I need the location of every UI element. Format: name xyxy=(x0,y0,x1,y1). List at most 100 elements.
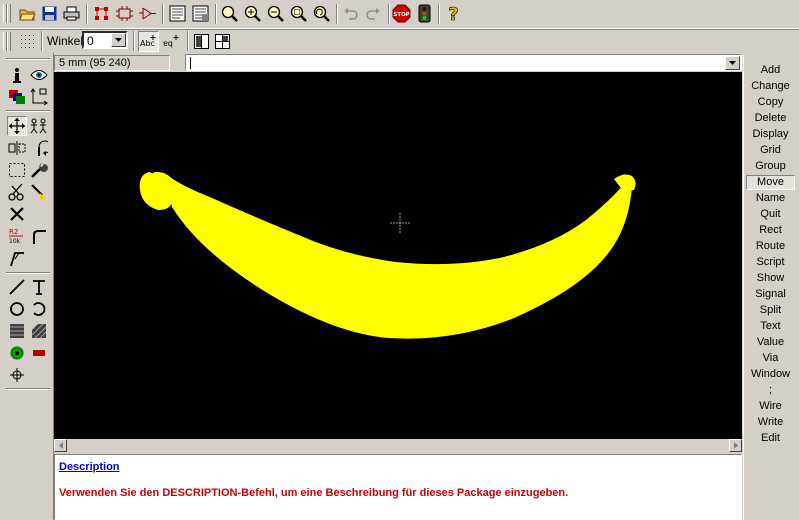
command-quit[interactable]: Quit xyxy=(746,207,795,222)
command-add[interactable]: Add xyxy=(746,63,795,78)
value-icon[interactable]: R2 10k xyxy=(7,226,27,246)
group-icon[interactable] xyxy=(7,160,27,180)
mark-icon[interactable] xyxy=(29,87,49,107)
chevron-down-icon[interactable] xyxy=(111,33,126,47)
board-icon[interactable] xyxy=(91,3,112,24)
command-change[interactable]: Change xyxy=(746,79,795,94)
command-rect[interactable]: Rect xyxy=(746,223,795,238)
toolbar-separator xyxy=(336,4,338,24)
command-write[interactable]: Write xyxy=(746,415,795,430)
miter-icon[interactable] xyxy=(29,226,49,246)
angle-select[interactable]: 0 xyxy=(82,31,128,49)
horizontal-scrollbar[interactable] xyxy=(54,439,742,452)
palette-separator xyxy=(6,272,50,274)
rotate-icon[interactable] xyxy=(29,138,49,158)
layers-icon[interactable] xyxy=(7,87,27,107)
eye-icon[interactable] xyxy=(29,65,49,85)
symbol-icon[interactable] xyxy=(137,3,158,24)
zoom-in-icon[interactable] xyxy=(242,3,263,24)
coordinate-display: 5 mm (95 240) xyxy=(54,55,170,71)
scroll-right-icon[interactable] xyxy=(729,439,742,452)
command-route[interactable]: Route xyxy=(746,239,795,254)
command-line-input[interactable] xyxy=(185,54,742,71)
command-show[interactable]: Show xyxy=(746,271,795,286)
command-via[interactable]: Via xyxy=(746,351,795,366)
command-copy[interactable]: Copy xyxy=(746,95,795,110)
split-icon[interactable] xyxy=(7,248,27,268)
description-link[interactable]: Description xyxy=(59,461,120,473)
text-icon[interactable] xyxy=(29,277,49,297)
help-icon[interactable]: ? xyxy=(443,3,464,24)
svg-text:ɐq: ɐq xyxy=(163,39,173,48)
command-semicolon[interactable]: ; xyxy=(746,383,795,398)
redo-icon[interactable] xyxy=(363,3,384,24)
smd-icon[interactable] xyxy=(29,343,49,363)
command-display[interactable]: Display xyxy=(746,127,795,142)
circle-icon[interactable] xyxy=(7,299,27,319)
spin-text-icon[interactable]: ɐq xyxy=(161,31,182,52)
svg-text:STOP: STOP xyxy=(393,12,409,18)
command-split[interactable]: Split xyxy=(746,303,795,318)
command-grid[interactable]: Grid xyxy=(746,143,795,158)
cut-icon[interactable] xyxy=(7,182,27,202)
scroll-left-icon[interactable] xyxy=(54,439,67,452)
crosshair-cursor xyxy=(390,213,410,233)
command-text[interactable]: Text xyxy=(746,319,795,334)
description-hint: Verwenden Sie den DESCRIPTION-Befehl, um… xyxy=(59,487,569,499)
zoom-fit-icon[interactable] xyxy=(219,3,240,24)
grid-icon[interactable] xyxy=(17,31,38,52)
delete-icon[interactable] xyxy=(7,204,27,224)
command-signal[interactable]: Signal xyxy=(746,287,795,302)
ulp-icon[interactable] xyxy=(190,3,211,24)
arc-icon[interactable] xyxy=(29,299,49,319)
pad-icon[interactable] xyxy=(7,343,27,363)
stop-icon[interactable]: STOP xyxy=(391,3,412,24)
command-delete[interactable]: Delete xyxy=(746,111,795,126)
redraw-icon[interactable] xyxy=(311,3,332,24)
wire-icon[interactable] xyxy=(7,277,27,297)
palette-separator xyxy=(6,110,50,112)
svg-text:Abc: Abc xyxy=(140,39,155,48)
mirror-text-icon[interactable]: Abc xyxy=(138,31,159,52)
command-group[interactable]: Group xyxy=(746,159,795,174)
go-icon[interactable] xyxy=(414,3,435,24)
change-icon[interactable] xyxy=(29,160,49,180)
mirror-icon[interactable] xyxy=(7,138,27,158)
open-icon[interactable] xyxy=(17,3,38,24)
rect-icon[interactable] xyxy=(7,321,27,341)
command-window[interactable]: Window xyxy=(746,367,795,382)
drawing-canvas[interactable] xyxy=(54,72,742,439)
undo-icon[interactable] xyxy=(340,3,361,24)
svg-text:10k: 10k xyxy=(9,238,21,245)
toolbar-grip[interactable] xyxy=(7,32,11,51)
paste-icon[interactable] xyxy=(29,182,49,202)
command-name[interactable]: Name xyxy=(746,191,795,206)
toolbar-grip[interactable] xyxy=(7,4,11,23)
toolbar-separator xyxy=(133,31,135,51)
command-script[interactable]: Script xyxy=(746,255,795,270)
copy-icon[interactable] xyxy=(29,116,49,136)
layer-toggle-icon[interactable] xyxy=(212,31,233,52)
toolbar-separator xyxy=(438,4,440,24)
schematic-icon[interactable] xyxy=(114,3,135,24)
hole-icon[interactable] xyxy=(7,365,27,385)
info-icon[interactable] xyxy=(7,65,27,85)
zoom-out-icon[interactable] xyxy=(265,3,286,24)
toolbar-separator xyxy=(388,4,390,24)
move-icon[interactable] xyxy=(7,116,27,136)
palette-separator xyxy=(6,58,50,60)
print-icon[interactable] xyxy=(61,3,82,24)
layer-icon[interactable] xyxy=(191,31,212,52)
command-move[interactable]: Move xyxy=(746,175,795,190)
save-icon[interactable] xyxy=(39,3,60,24)
command-edit[interactable]: Edit xyxy=(746,431,795,446)
toolbar-separator xyxy=(41,31,43,51)
script-icon[interactable] xyxy=(167,3,188,24)
description-pane: Description Verwenden Sie den DESCRIPTIO… xyxy=(54,454,742,520)
command-wire[interactable]: Wire xyxy=(746,399,795,414)
command-value[interactable]: Value xyxy=(746,335,795,350)
chevron-down-icon[interactable] xyxy=(725,56,740,70)
zoom-select-icon[interactable] xyxy=(288,3,309,24)
polygon-icon[interactable] xyxy=(29,321,49,341)
text-caret xyxy=(190,57,191,69)
